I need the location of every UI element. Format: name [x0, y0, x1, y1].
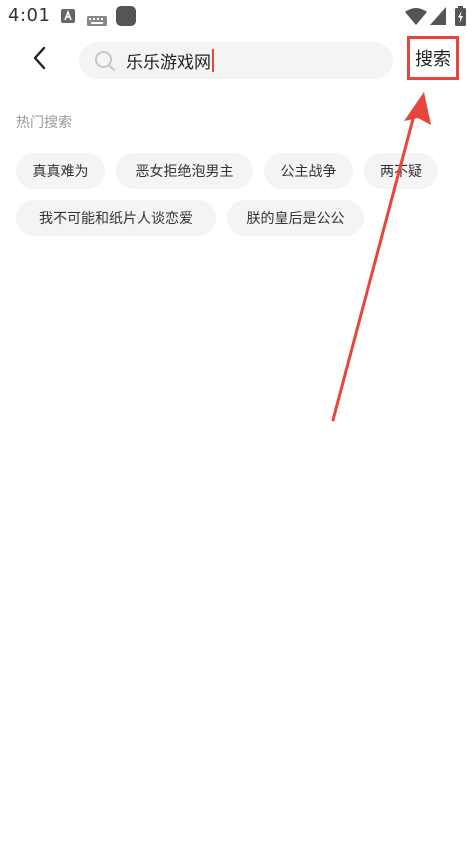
cellular-signal-icon [430, 7, 446, 29]
status-bar: 4:01 [0, 0, 475, 32]
search-input[interactable]: 乐乐游戏网 [126, 48, 366, 73]
search-button[interactable]: 搜索 [407, 36, 459, 80]
app-notification-icon [116, 6, 136, 30]
hot-search-tag[interactable]: 我不可能和纸片人谈恋爱 [16, 200, 216, 236]
hot-search-tag[interactable]: 恶女拒绝泡男主 [116, 153, 253, 189]
hot-search-tag[interactable]: 两不疑 [364, 153, 438, 189]
status-time: 4:01 [8, 5, 51, 26]
hot-search-tag[interactable]: 真真难为 [16, 153, 105, 189]
wifi-icon [405, 7, 427, 29]
hot-search-tag[interactable]: 公主战争 [264, 153, 353, 189]
chevron-left-icon [32, 46, 48, 74]
search-query-text: 乐乐游戏网 [126, 53, 211, 73]
search-header: 乐乐游戏网 搜索 [0, 36, 475, 84]
keyboard-icon [87, 11, 107, 30]
battery-charging-icon [455, 6, 466, 30]
text-cursor [212, 49, 214, 72]
search-box[interactable]: 乐乐游戏网 [79, 42, 393, 79]
back-button[interactable] [22, 42, 58, 78]
hot-search-tag[interactable]: 朕的皇后是公公 [227, 200, 364, 236]
font-app-icon [61, 8, 75, 27]
search-icon [93, 49, 117, 73]
hot-search-title: 热门搜索 [16, 115, 72, 131]
